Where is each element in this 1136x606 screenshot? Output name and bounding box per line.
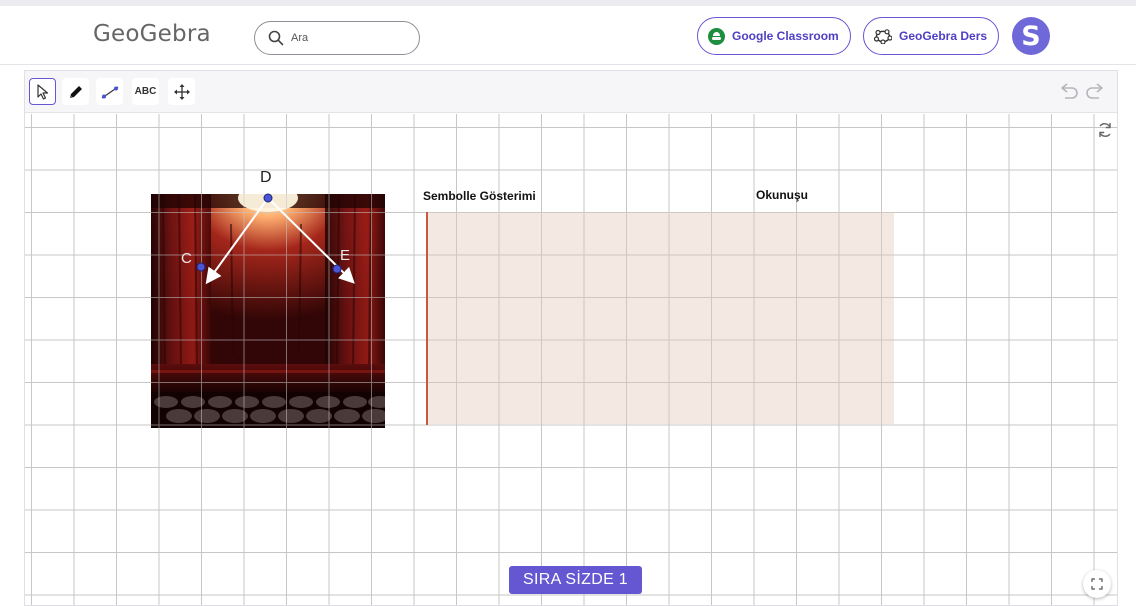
- cursor-arrow-icon: [36, 83, 48, 100]
- user-avatar[interactable]: S: [1012, 17, 1050, 55]
- column-header-symbol: Sembolle Gösterimi: [423, 189, 536, 203]
- point-d-label: D: [260, 169, 272, 186]
- google-classroom-label: Google Classroom: [732, 29, 839, 43]
- sira-sizde-button[interactable]: SIRA SİZDE 1: [509, 566, 642, 594]
- move-arrows-icon: [173, 83, 190, 100]
- answer-table-area[interactable]: [428, 212, 894, 424]
- segment-icon: [101, 86, 118, 98]
- text-tool-button[interactable]: ABC: [132, 78, 159, 105]
- redo-icon[interactable]: [1083, 80, 1105, 100]
- geogebra-ders-button[interactable]: GeoGebra Ders: [863, 17, 999, 55]
- google-classroom-button[interactable]: Google Classroom: [697, 17, 851, 55]
- point-c[interactable]: [196, 262, 206, 272]
- refresh-icon[interactable]: [1097, 121, 1113, 139]
- point-e[interactable]: [332, 264, 342, 274]
- point-d[interactable]: [263, 193, 273, 203]
- angle-construction: [196, 193, 355, 285]
- move-tool-button[interactable]: [29, 78, 56, 105]
- point-e-label: E: [340, 247, 351, 264]
- column-header-reading: Okunuşu: [756, 188, 809, 202]
- undo-icon[interactable]: [1059, 80, 1081, 100]
- pen-tool-button[interactable]: [62, 78, 89, 105]
- search-input[interactable]: [291, 29, 411, 47]
- segment-tool-button[interactable]: [96, 78, 123, 105]
- geogebra-ders-label: GeoGebra Ders: [899, 29, 988, 43]
- google-classroom-icon: [708, 27, 725, 45]
- pen-icon: [69, 85, 82, 98]
- ray-dc: [205, 197, 269, 285]
- geogebra-applet: ABC D C E Sembolle Gösterimi Okunuşu SIR…: [24, 70, 1118, 606]
- point-c-label: C: [181, 250, 192, 267]
- fullscreen-button[interactable]: [1083, 570, 1111, 598]
- search-box[interactable]: [254, 21, 420, 55]
- fullscreen-icon: [1091, 578, 1103, 590]
- applet-toolbar: ABC: [25, 71, 1117, 113]
- pan-tool-button[interactable]: [168, 78, 195, 105]
- search-icon: [268, 30, 284, 46]
- site-header: GeoGebra Google Classroom GeoGebra Ders …: [0, 6, 1136, 64]
- geogebra-logo[interactable]: GeoGebra: [93, 21, 211, 47]
- header-divider: [0, 64, 1136, 65]
- answer-table-left-border: [426, 212, 428, 425]
- geogebra-ders-icon: [874, 29, 892, 44]
